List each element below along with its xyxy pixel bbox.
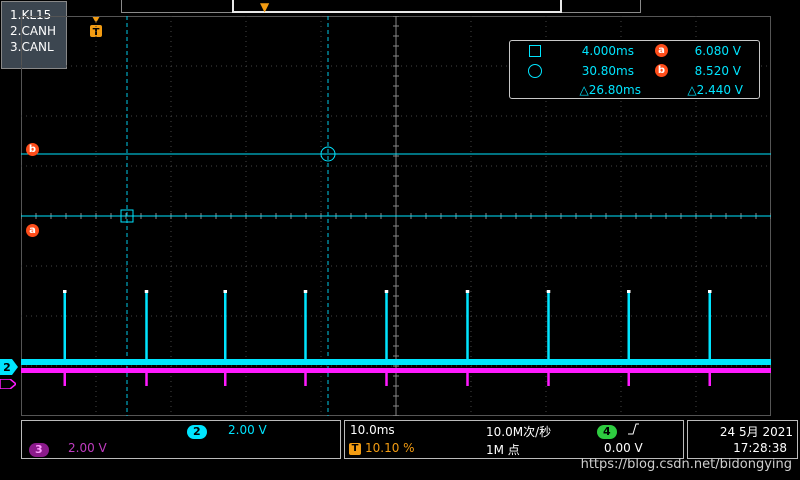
ch2-pulse (63, 290, 66, 362)
cursor-a-time: 4.000ms (581, 44, 634, 58)
cursor-a-level-marker: a (26, 218, 39, 237)
cursor-b-label: b (26, 143, 39, 156)
ch2-pulse-cap (546, 290, 551, 293)
ch2-pulse-cap (708, 290, 712, 293)
trigger-position-badge: T (349, 443, 361, 455)
ch3-pulse (63, 370, 66, 386)
ch2-waveform (21, 359, 771, 365)
cursor-a-label: a (26, 224, 39, 237)
ch3-pulse (547, 370, 550, 386)
delta-time: △26.80ms (579, 83, 641, 97)
ch2-pulse-cap (303, 290, 308, 293)
cursor-a-badge: a (655, 44, 668, 57)
ch2-pulse (304, 290, 307, 362)
ch3-badge[interactable]: 3 (29, 443, 49, 457)
ch2-pulse-cap (627, 290, 631, 293)
record-length: 1M 点 (486, 443, 520, 457)
trigger-level[interactable]: 0.00 V (604, 441, 643, 455)
cursor-measurement-panel: 4.000ms a 6.080 V 30.80ms b 8.520 V △26.… (509, 40, 760, 99)
date: 24 5月 2021 (719, 425, 793, 439)
trigger-position-marker-icon: ▼ (260, 0, 270, 14)
timebase[interactable]: 10.0ms (350, 423, 395, 437)
ch2-pulse (466, 290, 469, 362)
ch3-pulse (466, 370, 469, 386)
datetime-panel: 24 5月 2021 17:28:38 (687, 420, 798, 459)
cursor-b-level-marker: b (26, 137, 39, 156)
time: 17:28:38 (733, 441, 787, 455)
ch2-offset-marker[interactable]: 2 (0, 359, 18, 375)
ch2-pulse (385, 290, 388, 362)
ch2-pulse-cap (465, 290, 470, 293)
cursor-b-badge: b (655, 64, 668, 77)
ch3-pulse (145, 370, 148, 386)
ch2-pulse-cap (384, 290, 389, 293)
ch3-pulse (627, 370, 630, 386)
ch3-waveform (21, 368, 771, 373)
ch2-pulse (547, 290, 550, 362)
ch2-pulse (708, 290, 711, 362)
watermark: https://blog.csdn.net/bidongying (580, 457, 792, 472)
delta-row: △26.80ms △2.440 V (510, 81, 759, 99)
ch2-pulse-cap (144, 290, 149, 293)
circle-cursor-icon (528, 64, 542, 78)
ch2-pulse-cap (223, 290, 227, 293)
ch3-pulse (708, 370, 711, 386)
ch3-offset-marker-icon (0, 378, 18, 390)
cursor-b-time: 30.80ms (581, 64, 634, 78)
ch2-pulse (145, 290, 148, 362)
horizontal-panel[interactable]: 10.0ms T 10.10 % 10.0M次/秒 1M 点 4 0.00 V (344, 420, 684, 459)
ch2-badge[interactable]: 2 (187, 425, 207, 439)
vertical-scale-panel[interactable]: 2 2.00 V 3 2.00 V (21, 420, 341, 459)
ch3-offset-marker[interactable] (0, 374, 18, 390)
square-cursor-icon (529, 45, 541, 57)
delta-value: △2.440 V (687, 83, 743, 97)
trigger-position[interactable]: 10.10 % (365, 441, 415, 455)
ch3-scale[interactable]: 2.00 V (68, 441, 107, 455)
ch2-pulse (224, 290, 227, 362)
cursor-b-value: 8.520 V (694, 64, 741, 78)
trigger-source-badge[interactable]: 4 (597, 425, 617, 439)
cursor-b-row: 30.80ms b 8.520 V (510, 62, 759, 80)
rising-edge-icon (627, 422, 639, 436)
ch2-offset-marker-icon: 2 (0, 359, 18, 375)
sample-rate: 10.0M次/秒 (486, 425, 552, 439)
ch2-pulse-cap (63, 290, 67, 293)
ch3-pulse (224, 370, 227, 386)
ch3-pulse (304, 370, 307, 386)
ch2-scale[interactable]: 2.00 V (228, 423, 267, 437)
ch2-offset-label: 2 (3, 361, 11, 374)
cursor-a-value: 6.080 V (694, 44, 741, 58)
ch2-pulse (627, 290, 630, 362)
ch3-pulse (385, 370, 388, 386)
cursor-a-row: 4.000ms a 6.080 V (510, 42, 759, 60)
record-view-window[interactable] (232, 0, 562, 13)
